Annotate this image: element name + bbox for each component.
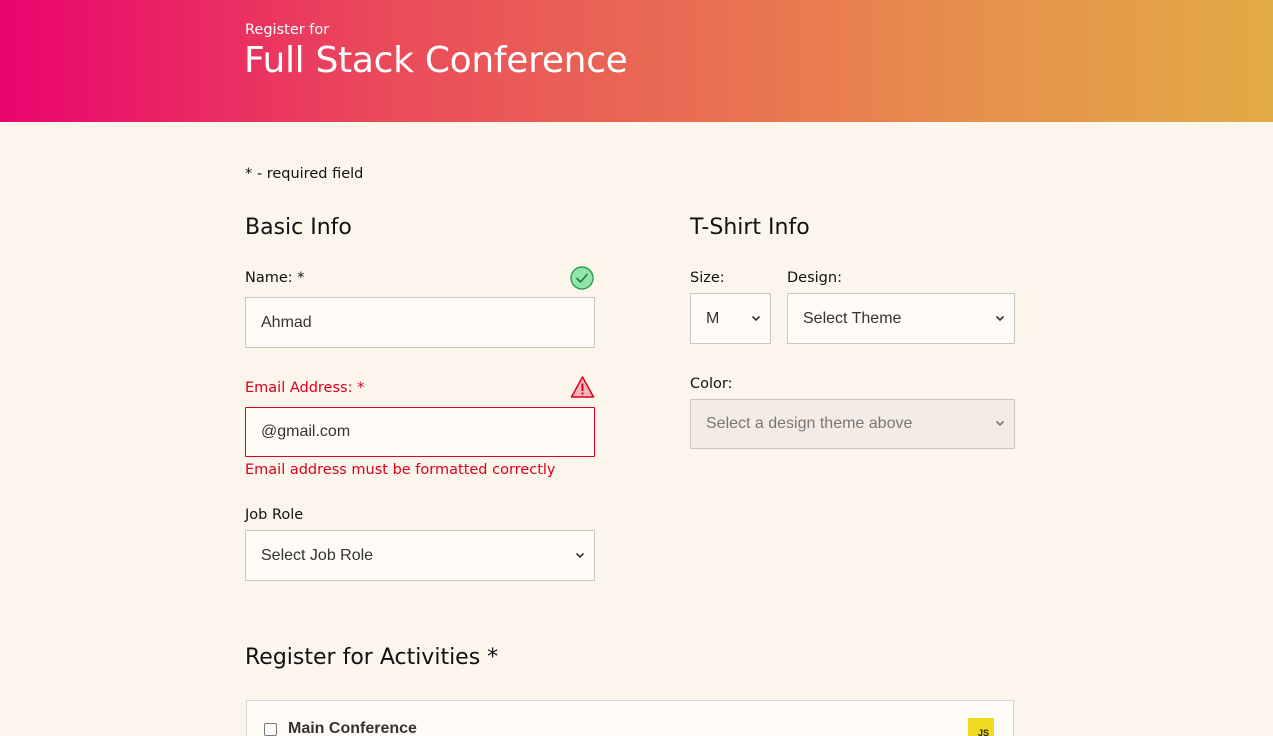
name-input[interactable]: Ahmad	[245, 297, 595, 348]
chevron-down-icon	[575, 552, 585, 558]
size-select[interactable]: M	[690, 293, 771, 344]
job-role-label: Job Role	[245, 507, 304, 523]
valid-check-icon	[570, 266, 594, 290]
page-header: Register for Full Stack Conference	[0, 0, 1273, 122]
email-input[interactable]: @gmail.com	[245, 407, 595, 457]
main-conference-checkbox[interactable]	[264, 723, 277, 736]
job-role-selected: Select Job Role	[261, 546, 374, 564]
chevron-down-icon	[995, 420, 1005, 427]
header-eyebrow: Register for	[245, 22, 330, 38]
design-selected: Select Theme	[803, 309, 902, 327]
color-select: Select a design theme above	[690, 399, 1015, 449]
size-label: Size:	[690, 270, 725, 286]
email-error-message: Email address must be formatted correctl…	[245, 462, 556, 478]
design-select[interactable]: Select Theme	[787, 293, 1015, 344]
name-label: Name: *	[245, 270, 305, 286]
color-label: Color:	[690, 376, 733, 392]
design-label: Design:	[787, 270, 842, 286]
chevron-down-icon	[995, 315, 1005, 321]
main-conference-label[interactable]: Main Conference	[288, 720, 417, 736]
activities-heading: Register for Activities *	[245, 645, 499, 670]
warning-icon	[570, 375, 595, 399]
size-selected: M	[706, 309, 720, 327]
tshirt-info-heading: T-Shirt Info	[690, 215, 810, 240]
javascript-badge-text: JS	[978, 728, 990, 736]
required-field-note: * - required field	[245, 166, 364, 182]
page-title: Full Stack Conference	[244, 40, 628, 81]
basic-info-heading: Basic Info	[245, 215, 352, 240]
name-input-value: Ahmad	[261, 313, 312, 331]
email-label: Email Address: *	[245, 380, 365, 396]
job-role-select[interactable]: Select Job Role	[245, 530, 595, 581]
email-input-value: @gmail.com	[261, 423, 351, 440]
color-selected: Select a design theme above	[706, 415, 913, 432]
activities-list: Main Conference JS	[246, 700, 1014, 736]
chevron-down-icon	[751, 315, 761, 321]
javascript-icon: JS	[968, 718, 994, 736]
